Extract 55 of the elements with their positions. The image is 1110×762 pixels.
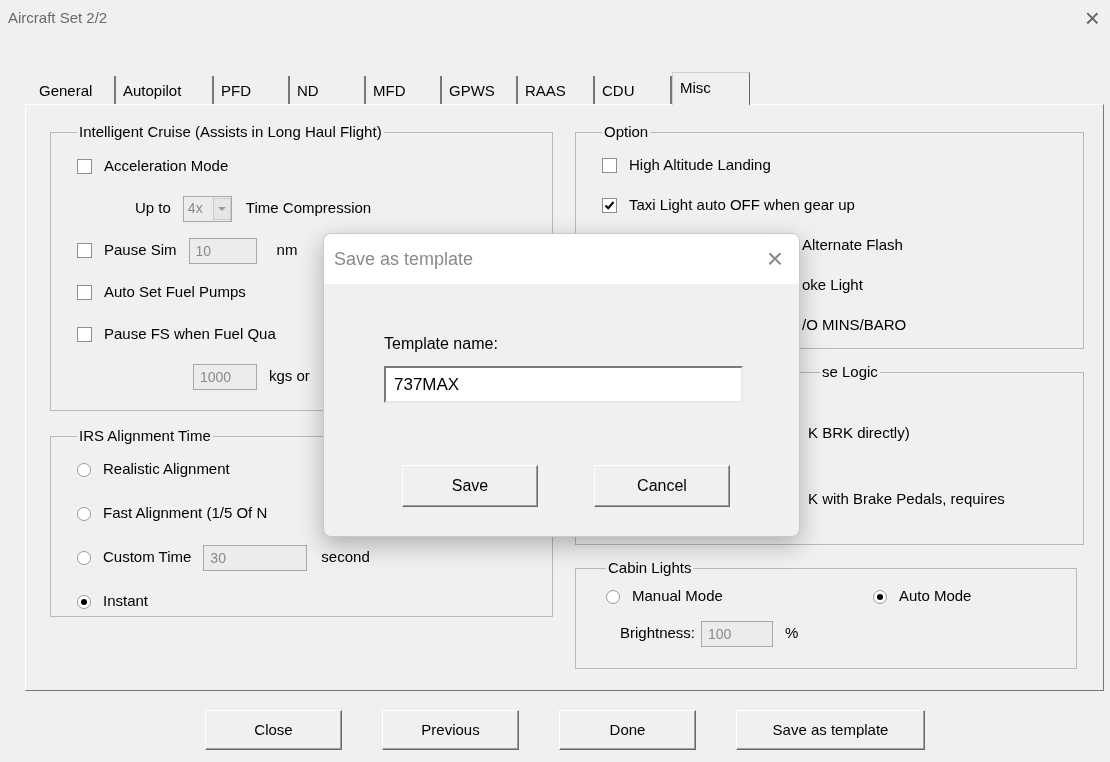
group-title: se Logic: [821, 362, 879, 382]
option-label: oke Light: [802, 275, 863, 296]
radio-button[interactable]: [77, 594, 91, 609]
option-label: Alternate Flash: [802, 235, 903, 256]
checkbox-label: High Altitude Landing: [629, 155, 771, 176]
radio-label: Manual Mode: [632, 586, 723, 607]
dialog-button[interactable]: Done: [559, 710, 696, 750]
checkbox-label: Acceleration Mode: [104, 156, 229, 177]
close-icon[interactable]: ×: [1084, 5, 1100, 31]
radio-button[interactable]: [77, 506, 91, 521]
input-field[interactable]: 737MAX: [384, 366, 743, 403]
dialog-title: Save as template: [334, 247, 474, 271]
radio-label: Auto Mode: [898, 586, 972, 607]
radio-label: Realistic Alignment: [103, 459, 230, 480]
dialog-button[interactable]: Cancel: [594, 465, 730, 507]
checkbox[interactable]: [77, 285, 92, 300]
tab[interactable]: Misc: [672, 72, 750, 105]
field-label: Template name:: [384, 334, 499, 354]
dialog-button[interactable]: Close: [205, 710, 342, 750]
checkbox[interactable]: [77, 243, 92, 258]
checkbox-label: Auto Set Fuel Pumps: [104, 282, 246, 303]
field-label: Up to: [135, 198, 171, 219]
unit-label: kgs or: [269, 366, 310, 387]
close-icon[interactable]: ×: [766, 245, 783, 273]
radio-button[interactable]: [872, 589, 887, 604]
option-label: K BRK directly): [808, 423, 910, 444]
checkbox-label: Taxi Light auto OFF when gear up: [629, 195, 855, 216]
unit-label: second: [321, 547, 370, 568]
checkbox[interactable]: [77, 327, 92, 342]
group-title: Option: [603, 122, 650, 142]
window-title: Aircraft Set 2/2: [8, 7, 108, 28]
dialog-button[interactable]: Previous: [382, 710, 519, 750]
field-label: Time Compression: [245, 198, 372, 219]
checkbox-label: Pause FS when Fuel Qua: [104, 324, 276, 345]
group-title: IRS Alignment Time: [78, 426, 212, 446]
group-title: Cabin Lights: [607, 558, 693, 578]
group-title: Intelligent Cruise (Assists in Long Haul Flight): [78, 122, 383, 142]
checkbox[interactable]: [77, 159, 92, 174]
checkbox-label: Pause Sim: [104, 240, 177, 261]
field-label: Brightness:: [620, 623, 696, 644]
checkbox[interactable]: [602, 198, 617, 213]
checkbox[interactable]: [602, 158, 617, 173]
radio-label: Instant: [103, 591, 149, 612]
unit-label: nm: [276, 240, 298, 261]
radio-label: Fast Alignment (1/5 Of N: [103, 503, 268, 524]
radio-button[interactable]: [606, 589, 620, 604]
caret-icon: [212, 197, 231, 220]
option-label: /O MINS/BARO: [802, 315, 907, 336]
dialog-button[interactable]: Save as template: [736, 710, 925, 750]
dialog-button[interactable]: Save: [402, 465, 538, 507]
radio-button[interactable]: [77, 462, 91, 477]
radio-label: Custom Time: [103, 547, 192, 568]
option-label: K with Brake Pedals, requires: [808, 489, 1005, 510]
radio-button[interactable]: [77, 550, 91, 565]
unit-label: %: [785, 623, 799, 644]
